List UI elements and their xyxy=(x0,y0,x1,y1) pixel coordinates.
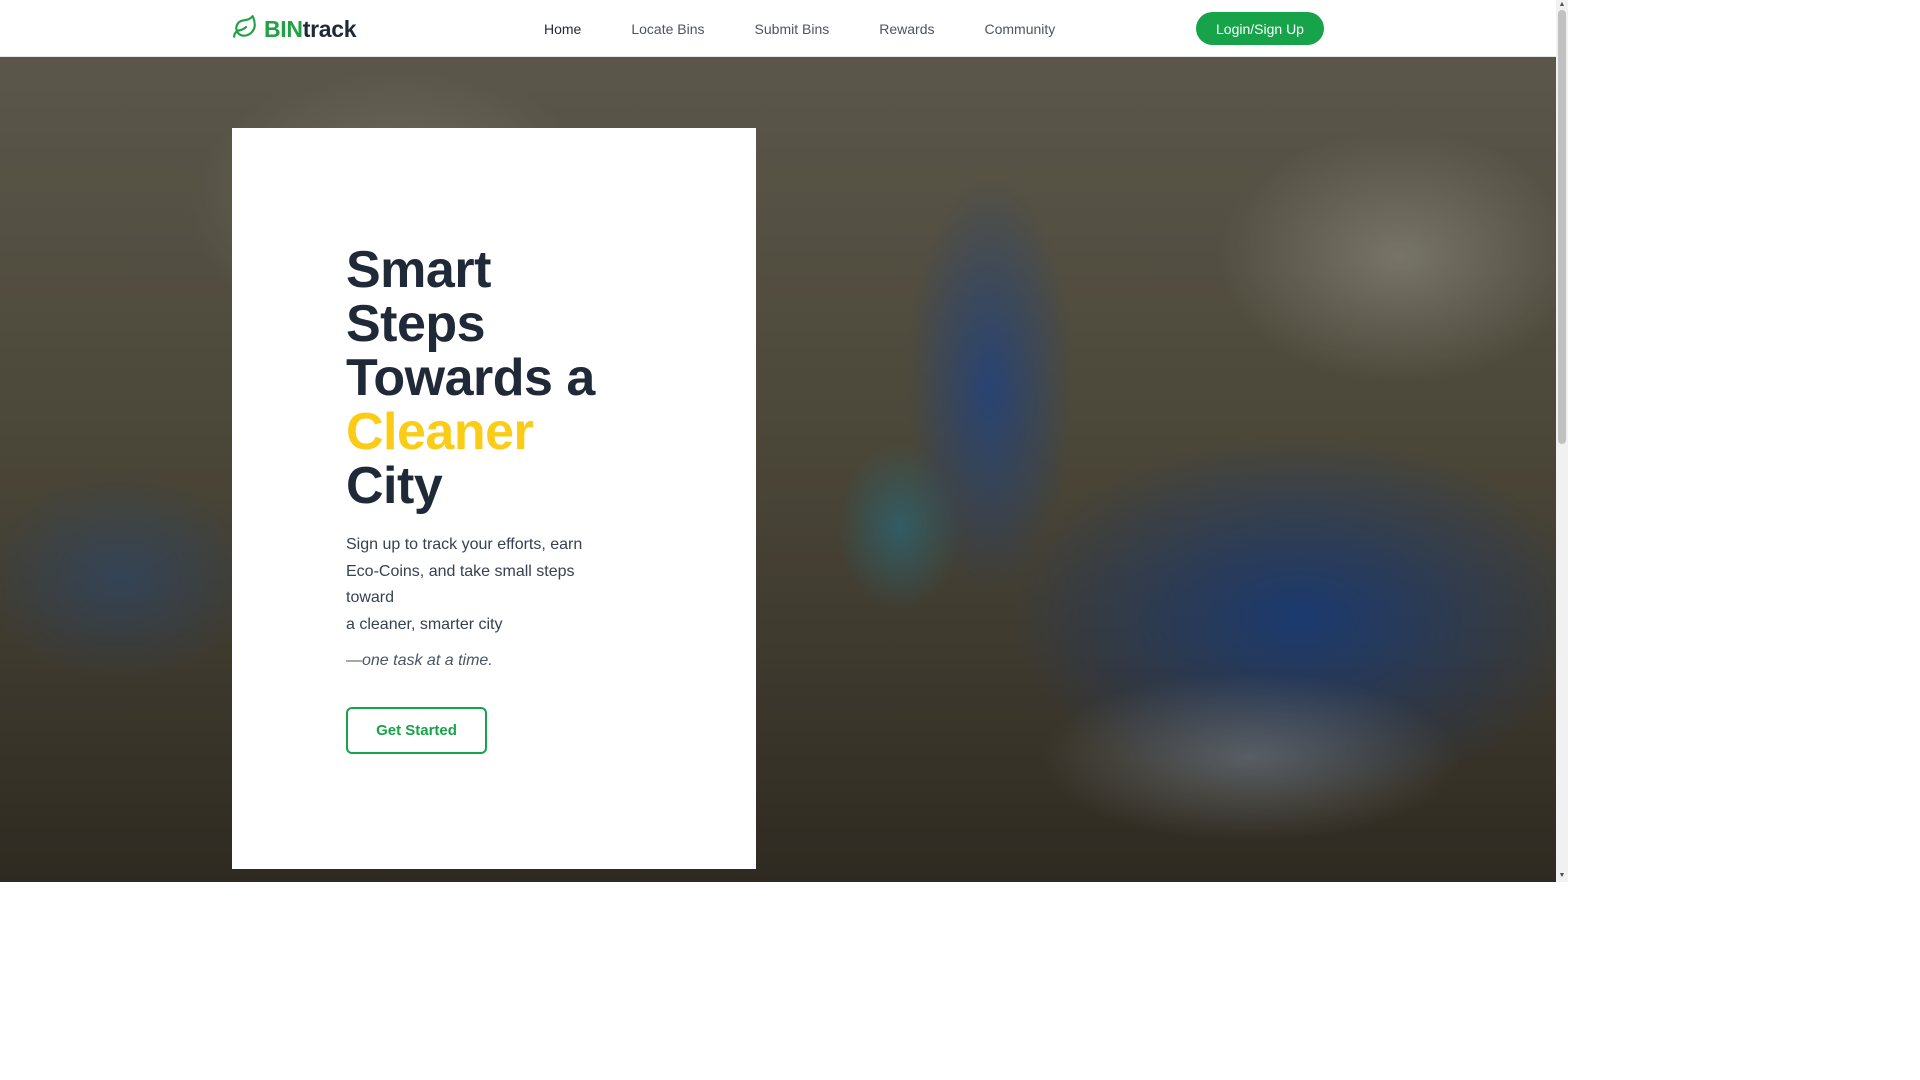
login-signup-button[interactable]: Login/Sign Up xyxy=(1196,12,1324,45)
hero-tagline: —one task at a time. xyxy=(346,652,493,669)
description-line: Sign up to track your efforts, earn xyxy=(346,536,583,553)
description-line: Eco-Coins, and take small steps xyxy=(346,562,575,580)
nav-link-community[interactable]: Community xyxy=(984,21,1055,37)
description-line: a cleaner, smarter city xyxy=(346,615,503,633)
brand-name-bin: BIN xyxy=(264,15,303,42)
hero-section: Smart Steps Towards a Cleaner City Sign … xyxy=(0,57,1556,882)
description-line: toward xyxy=(346,589,395,606)
hero-headline: Smart Steps Towards a Cleaner City xyxy=(346,243,646,513)
hero-card: Smart Steps Towards a Cleaner City Sign … xyxy=(232,128,756,869)
top-navbar: BINtrack Home Locate Bins Submit Bins Re… xyxy=(0,0,1556,57)
headline-line: City xyxy=(346,457,443,515)
scroll-down-arrow-icon[interactable]: ▼ xyxy=(1558,872,1566,880)
nav-link-home[interactable]: Home xyxy=(544,21,581,37)
leaf-icon xyxy=(232,14,258,45)
get-started-button[interactable]: Get Started xyxy=(346,707,487,754)
nav-link-submit-bins[interactable]: Submit Bins xyxy=(755,21,830,37)
scroll-up-arrow-icon[interactable]: ▲ xyxy=(1558,1,1566,9)
headline-line: Smart xyxy=(346,241,491,299)
nav-link-locate-bins[interactable]: Locate Bins xyxy=(631,21,704,37)
brand-logo[interactable]: BINtrack xyxy=(232,14,357,45)
brand-name: BINtrack xyxy=(264,15,357,43)
headline-accent-word: Cleaner xyxy=(346,403,534,461)
headline-line: Steps xyxy=(346,295,486,353)
nav-link-rewards[interactable]: Rewards xyxy=(879,21,934,37)
page-scrollbar-thumb[interactable] xyxy=(1558,10,1566,444)
brand-name-track: track xyxy=(302,15,357,42)
headline-line: Towards a xyxy=(346,349,595,407)
hero-description: Sign up to track your efforts, earn Eco-… xyxy=(346,532,626,638)
main-nav: Home Locate Bins Submit Bins Rewards Com… xyxy=(544,0,1055,57)
